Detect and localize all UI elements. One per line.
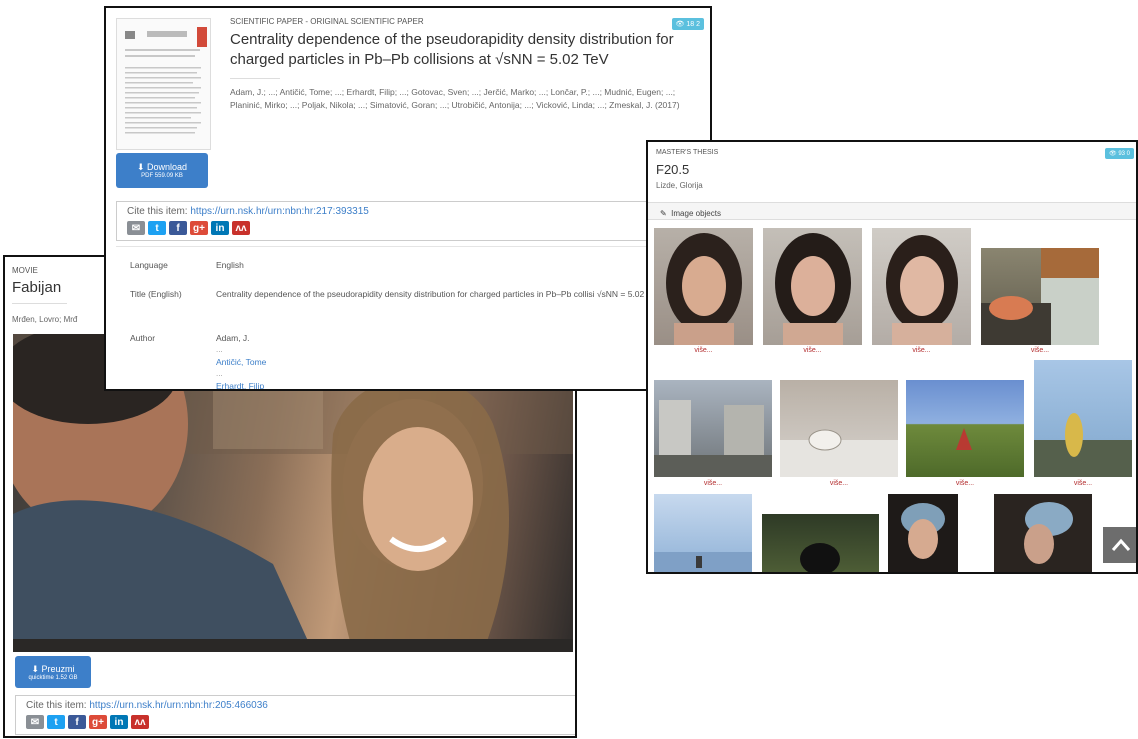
cite-label: Cite this item:: [26, 700, 87, 711]
thesis-record-panel: MASTER'S THESIS 👁 93 0 F20.5 Lizde, Glor…: [646, 140, 1138, 574]
thesis-title: F20.5: [656, 162, 690, 177]
vise-link[interactable]: više...: [654, 480, 772, 487]
gallery-image[interactable]: [906, 380, 1024, 477]
paper-title: Centrality dependence of the pseudorapid…: [230, 31, 674, 68]
thesis-author: Lizde, Glorija: [656, 181, 703, 190]
cite-box: Cite this item: https://urn.nsk.hr/urn:n…: [15, 695, 575, 735]
paper-title-divider: [230, 78, 280, 79]
googleplus-share-icon[interactable]: g+: [89, 715, 107, 729]
preuzmi-label: Preuzmi: [41, 663, 75, 674]
download-icon: ⬇: [136, 162, 145, 172]
cite-link[interactable]: https://urn.nsk.hr/urn:nbn:hr:205:466036: [89, 700, 267, 711]
image-objects-header: ✎ Image objects: [648, 202, 1136, 220]
vise-link[interactable]: više...: [906, 480, 1024, 487]
thesis-type-label: MASTER'S THESIS: [656, 149, 719, 156]
author-link-erhardt[interactable]: Erhardt, Filip: [216, 381, 264, 389]
paper-type-label: SCIENTIFIC PAPER - ORIGINAL SCIENTIFIC P…: [230, 17, 424, 26]
portrait-drawing: [886, 235, 958, 345]
paper-cite-link[interactable]: https://urn.nsk.hr/urn:nbn:hr:217:393315: [190, 206, 368, 217]
portrait-drawing: [901, 503, 945, 559]
vise-link[interactable]: više...: [981, 347, 1099, 354]
gallery-image[interactable]: [1034, 360, 1132, 477]
record-title: Fabijan: [12, 279, 62, 296]
sea-drawing: [654, 552, 752, 572]
preuzmi-label-row: ⬇ Preuzmi: [31, 664, 74, 675]
gallery-image[interactable]: [981, 248, 1099, 345]
download-label: Download: [147, 162, 188, 172]
download-label-row: ⬇ Download: [137, 162, 187, 173]
record-type-label: MOVIE: [12, 266, 38, 275]
vise-link[interactable]: više...: [872, 347, 971, 354]
eye-icon: 👁: [675, 21, 685, 28]
download-icon: ⬇: [31, 663, 39, 674]
gallery-image[interactable]: [872, 228, 971, 345]
email-share-icon[interactable]: ✉: [127, 221, 145, 235]
meta-value-title: Centrality dependence of the pseudorapid…: [216, 289, 662, 299]
gallery-image[interactable]: [763, 228, 862, 345]
gallery-image[interactable]: [654, 228, 753, 345]
coast-drawing: [1034, 413, 1132, 477]
paper-record-panel: SCIENTIFIC PAPER - ORIGINAL SCIENTIFIC P…: [104, 6, 712, 391]
gallery-image[interactable]: [762, 514, 879, 572]
meta-label-language: Language: [130, 260, 168, 270]
paper-stats-badge: 👁 18 2: [671, 18, 704, 30]
thesis-stats-badge: 👁 93 0: [1105, 148, 1134, 159]
portrait-drawing: [775, 233, 851, 345]
metadata-divider: [116, 246, 706, 247]
gallery-image[interactable]: [654, 380, 772, 477]
linkedin-share-icon[interactable]: in: [211, 221, 229, 235]
paper-authors: Adam, J.; ...; Antičić, Tome; ...; Erhar…: [230, 87, 680, 110]
gallery-image[interactable]: [654, 494, 752, 572]
title-divider: [12, 303, 67, 304]
portrait-drawing: [1024, 502, 1073, 564]
portrait-drawing: [666, 233, 742, 345]
pencil-icon: ✎: [660, 209, 667, 218]
share-buttons: ✉ t f g+ in ʌʌ: [26, 715, 570, 729]
eye-icon: 👁: [1109, 151, 1117, 157]
paper-cite-box: Cite this item: https://urn.nsk.hr/urn:n…: [116, 201, 708, 241]
record-authors: Mrđen, Lovro; Mrđ: [12, 315, 78, 324]
image-objects-label: Image objects: [671, 209, 721, 218]
paper-thumbnail-drawing: [125, 27, 207, 134]
gallery-image[interactable]: [888, 494, 958, 572]
mendeley-share-icon[interactable]: ʌʌ: [232, 221, 250, 235]
twitter-share-icon[interactable]: t: [148, 221, 166, 235]
scroll-to-top-button[interactable]: [1103, 527, 1136, 563]
chevron-up-icon: [1111, 538, 1130, 551]
tunnel-drawing: [800, 543, 840, 572]
author-ellipsis: ...: [216, 345, 223, 354]
meta-value-author: Adam, J.: [216, 333, 250, 343]
gallery-image[interactable]: [994, 494, 1092, 572]
mendeley-share-icon[interactable]: ʌʌ: [131, 715, 149, 729]
paper-share-buttons: ✉ t f g+ in ʌʌ: [127, 221, 697, 235]
download-meta: PDF 559.09 KB: [141, 173, 183, 179]
meta-value-language: English: [216, 260, 244, 270]
kitchen-drawing: [981, 248, 1099, 345]
meta-label-author: Author: [130, 333, 156, 343]
paper-thumbnail[interactable]: [116, 18, 211, 150]
field-drawing: [956, 428, 972, 450]
preuzmi-meta: quicktime 1.52 GB: [28, 674, 78, 681]
preuzmi-button[interactable]: ⬇ Preuzmi quicktime 1.52 GB: [15, 656, 91, 688]
vise-link[interactable]: više...: [780, 480, 898, 487]
download-button[interactable]: ⬇ Download PDF 559.09 KB: [116, 153, 208, 188]
paper-cite-label: Cite this item:: [127, 206, 188, 217]
author-ellipsis-2: ...: [216, 369, 223, 378]
twitter-share-icon[interactable]: t: [47, 715, 65, 729]
vise-link[interactable]: više...: [763, 347, 862, 354]
gallery-image[interactable]: [780, 380, 898, 477]
vise-link[interactable]: više...: [1034, 480, 1132, 487]
thesis-stats-text: 93 0: [1118, 151, 1130, 157]
googleplus-share-icon[interactable]: g+: [190, 221, 208, 235]
facebook-share-icon[interactable]: f: [169, 221, 187, 235]
vise-link[interactable]: više...: [654, 347, 753, 354]
paper-stats-text: 18 2: [686, 21, 700, 28]
author-link-anticic[interactable]: Antičić, Tome: [216, 357, 266, 367]
meta-label-title: Title (English): [130, 289, 182, 299]
facebook-share-icon[interactable]: f: [68, 715, 86, 729]
buildings-drawing: [654, 400, 772, 477]
teacup-drawing: [780, 429, 898, 477]
linkedin-share-icon[interactable]: in: [110, 715, 128, 729]
email-share-icon[interactable]: ✉: [26, 715, 44, 729]
